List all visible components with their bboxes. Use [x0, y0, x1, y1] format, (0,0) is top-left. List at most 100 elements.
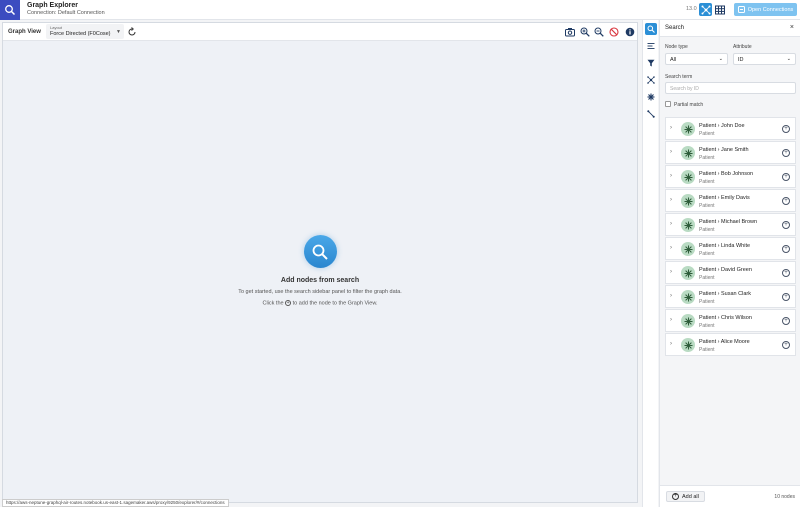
list-item[interactable]: › Patient › Jane Smith Patient + [665, 141, 796, 164]
node-title: Patient › Alice Moore [699, 339, 750, 345]
info-icon[interactable] [625, 27, 635, 37]
node-type-icon [681, 194, 695, 208]
list-item[interactable]: › Patient › Bob Johnson Patient + [665, 165, 796, 188]
node-type: Patient [699, 227, 715, 233]
list-item[interactable]: › Patient › Emily Davis Patient + [665, 189, 796, 212]
empty-hint-prefix: Click the [262, 300, 284, 307]
chevron-right-icon[interactable]: › [670, 317, 672, 323]
node-type: Patient [699, 251, 715, 257]
open-connections-button[interactable]: Open Connections [734, 3, 797, 16]
chevron-right-icon[interactable]: › [670, 149, 672, 155]
graph-view-title: Graph View [8, 29, 41, 35]
node-title: Patient › Jane Smith [699, 147, 749, 153]
chevron-right-icon[interactable]: › [670, 221, 672, 227]
empty-hint-suffix: to add the node to the Graph View. [292, 300, 378, 307]
chevron-right-icon[interactable]: › [670, 269, 672, 275]
connection-name: Connection: Default Connection [27, 10, 105, 16]
refresh-icon[interactable] [127, 27, 137, 37]
version-label: 13.0 [686, 6, 697, 12]
open-connections-label: Open Connections [747, 6, 794, 13]
node-type-icon [681, 338, 695, 352]
rail-search-button[interactable] [645, 23, 657, 35]
sidebar-rail [642, 20, 658, 507]
search-term-label: Search term [665, 74, 693, 80]
list-item[interactable]: › Patient › Alice Moore Patient + [665, 333, 796, 356]
chevron-down-icon: ⌄ [718, 56, 723, 62]
chevron-right-icon[interactable]: › [670, 197, 672, 203]
empty-state-description: To get started, use the search sidebar p… [238, 289, 402, 295]
chevron-right-icon[interactable]: › [670, 173, 672, 179]
app-header: Graph Explorer Connection: Default Conne… [0, 0, 800, 20]
list-item[interactable]: › Patient › John Doe Patient + [665, 117, 796, 140]
node-type-icon [681, 170, 695, 184]
partial-match-label: Partial match [674, 102, 704, 108]
clear-graph-icon[interactable] [609, 27, 619, 37]
graph-view-panel[interactable]: Graph View Layout Force Directed (F0Cose… [2, 22, 638, 503]
node-type: Patient [699, 275, 715, 281]
rail-node-styling-button[interactable] [645, 91, 657, 103]
node-type-icon [681, 290, 695, 304]
search-panel-footer: + Add all 10 nodes [660, 485, 800, 507]
node-title: Patient › Emily Davis [699, 195, 750, 201]
graph-toolbar: Graph View Layout Force Directed (F0Cose… [3, 23, 637, 41]
add-node-button[interactable]: + [782, 125, 790, 133]
chevron-right-icon[interactable]: › [670, 293, 672, 299]
table-view-toggle[interactable] [713, 3, 726, 16]
node-type-icon [681, 314, 695, 328]
details-list-icon [647, 43, 655, 49]
rail-filter-button[interactable] [645, 57, 657, 69]
screenshot-icon[interactable] [565, 27, 575, 37]
attribute-select[interactable]: ID ⌄ [733, 53, 796, 65]
add-all-button[interactable]: + Add all [666, 491, 705, 502]
zoom-out-icon[interactable] [594, 27, 604, 37]
add-node-button[interactable]: + [782, 293, 790, 301]
chevron-right-icon[interactable]: › [670, 245, 672, 251]
search-input[interactable]: Search by ID [665, 82, 796, 94]
graph-icon [701, 5, 710, 14]
list-item[interactable]: › Patient › Linda White Patient + [665, 237, 796, 260]
node-type-icon [681, 266, 695, 280]
chevron-down-icon: ⌄ [786, 56, 791, 62]
add-node-button[interactable]: + [782, 317, 790, 325]
add-node-button[interactable]: + [782, 149, 790, 157]
edge-styling-icon [647, 110, 655, 118]
partial-match-checkbox[interactable] [665, 101, 671, 107]
filter-icon [647, 59, 655, 67]
chevron-right-icon[interactable]: › [670, 341, 672, 347]
add-all-label: Add all [682, 493, 699, 500]
node-type-select[interactable]: All ⌄ [665, 53, 728, 65]
close-icon[interactable]: × [790, 24, 794, 31]
chevron-right-icon[interactable]: › [670, 125, 672, 131]
add-node-button[interactable]: + [782, 173, 790, 181]
node-title: Patient › John Doe [699, 123, 745, 129]
list-item[interactable]: › Patient › Susan Clark Patient + [665, 285, 796, 308]
table-icon [714, 5, 725, 14]
list-item[interactable]: › Patient › Michael Brown Patient + [665, 213, 796, 236]
empty-state-search-icon [303, 235, 337, 268]
layout-select[interactable]: Layout Force Directed (F0Cose) ▼ [46, 24, 124, 39]
rail-edge-styling-button[interactable] [645, 108, 657, 120]
zoom-in-icon[interactable] [580, 27, 590, 37]
add-node-button[interactable]: + [782, 245, 790, 253]
graph-view-toggle[interactable] [699, 3, 712, 16]
list-item[interactable]: › Patient › David Green Patient + [665, 261, 796, 284]
node-title: Patient › Susan Clark [699, 291, 751, 297]
node-type-icon [681, 218, 695, 232]
node-type: Patient [699, 203, 715, 209]
expand-graph-icon [647, 76, 655, 84]
node-title: Patient › Linda White [699, 243, 751, 249]
list-item[interactable]: › Patient › Chris Wilson Patient + [665, 309, 796, 332]
node-type-icon [681, 242, 695, 256]
add-circle-icon: + [672, 493, 679, 500]
status-url: https://aws-neptune-graphql-air-routes.n… [2, 499, 229, 507]
add-node-button[interactable]: + [782, 221, 790, 229]
rail-details-button[interactable] [645, 40, 657, 52]
node-type: Patient [699, 347, 715, 353]
app-logo [0, 0, 20, 20]
rail-expand-button[interactable] [645, 74, 657, 86]
add-node-button[interactable]: + [782, 341, 790, 349]
attribute-value: ID [738, 57, 744, 63]
add-node-button[interactable]: + [782, 197, 790, 205]
node-type-value: All [670, 57, 677, 63]
add-node-button[interactable]: + [782, 269, 790, 277]
